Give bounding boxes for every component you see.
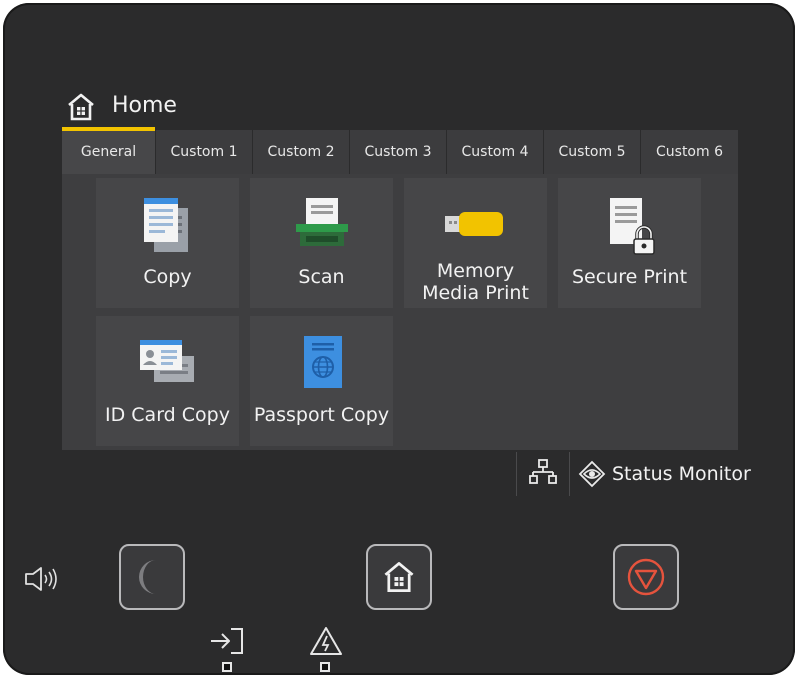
network-icon <box>529 459 557 489</box>
home-icon <box>66 92 96 122</box>
tile-label: Memory Media Print <box>404 260 547 304</box>
screen-header: Home <box>62 88 738 128</box>
secure-print-button[interactable]: Secure Print <box>558 178 701 308</box>
data-led <box>222 662 232 672</box>
tile-label-line1: Memory <box>436 260 515 282</box>
moon-icon <box>136 557 168 597</box>
status-monitor-label: Status Monitor <box>612 463 751 485</box>
tile-label: Copy <box>143 266 192 288</box>
tab-custom-2[interactable]: Custom 2 <box>252 130 349 174</box>
function-panel: Copy Scan Memory Media Print Secure Prin… <box>62 174 738 450</box>
tab-custom-5[interactable]: Custom 5 <box>543 130 640 174</box>
scan-button[interactable]: Scan <box>250 178 393 308</box>
error-led <box>320 662 330 672</box>
active-tab-indicator <box>62 127 155 131</box>
tile-label: ID Card Copy <box>105 404 230 426</box>
copy-button[interactable]: Copy <box>96 178 239 308</box>
tab-custom-4[interactable]: Custom 4 <box>446 130 543 174</box>
tile-label-line2: Media Print <box>422 282 529 304</box>
tab-bar: General Custom 1 Custom 2 Custom 3 Custo… <box>62 130 738 174</box>
sleep-button[interactable] <box>119 544 185 610</box>
usb-memory-icon <box>404 196 547 256</box>
copy-icon <box>96 196 239 256</box>
id-card-icon <box>96 334 239 394</box>
tile-label: Passport Copy <box>253 404 390 426</box>
home-button[interactable] <box>366 544 432 610</box>
scan-icon <box>250 196 393 256</box>
network-button[interactable] <box>516 452 570 496</box>
memory-media-print-button[interactable]: Memory Media Print <box>404 178 547 308</box>
home-icon <box>382 560 416 594</box>
status-monitor-button[interactable]: Status Monitor <box>570 460 751 488</box>
tab-custom-6[interactable]: Custom 6 <box>640 130 738 174</box>
page-title: Home <box>112 93 177 118</box>
passport-copy-button[interactable]: Passport Copy <box>250 316 393 446</box>
tab-general[interactable]: General <box>62 130 155 174</box>
tile-label: Secure Print <box>571 266 688 288</box>
data-in-icon <box>209 626 245 660</box>
secure-print-icon <box>558 196 701 256</box>
warning-icon <box>309 626 343 660</box>
tile-label: Scan <box>298 266 345 288</box>
status-bar: Status Monitor <box>516 452 751 496</box>
tab-custom-1[interactable]: Custom 1 <box>155 130 252 174</box>
passport-icon <box>250 334 393 394</box>
tab-custom-3[interactable]: Custom 3 <box>349 130 446 174</box>
eye-icon <box>578 460 606 488</box>
stop-icon <box>626 557 666 597</box>
id-card-copy-button[interactable]: ID Card Copy <box>96 316 239 446</box>
speaker-icon[interactable] <box>24 565 60 597</box>
stop-button[interactable] <box>613 544 679 610</box>
